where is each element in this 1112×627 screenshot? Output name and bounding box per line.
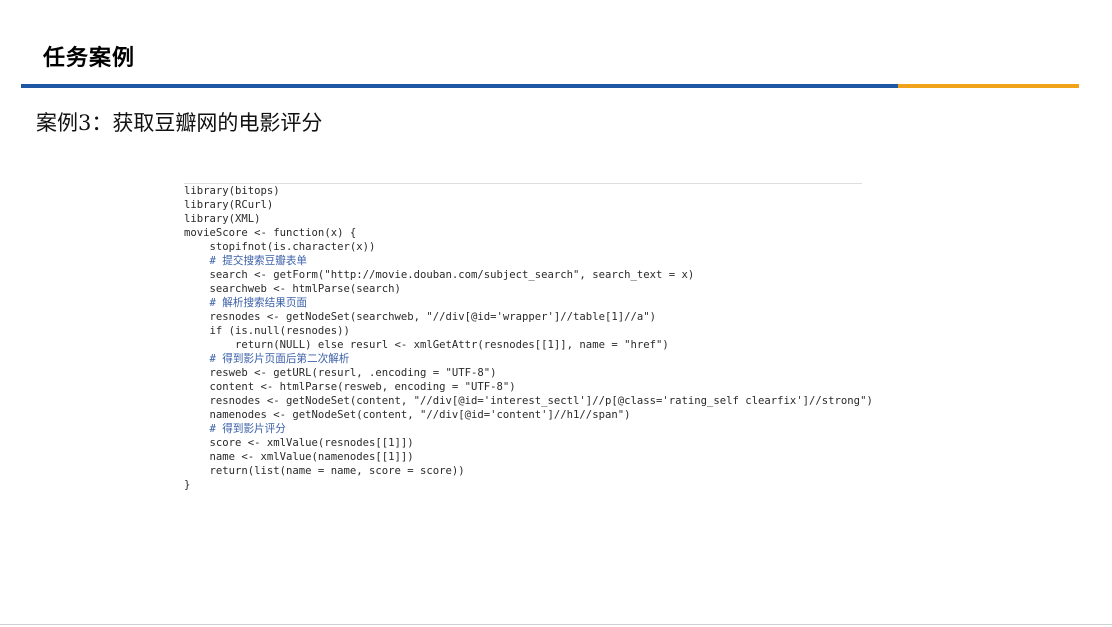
code-line: score <- xmlValue(resnodes[[1]]): [184, 437, 414, 449]
code-line: searchweb <- htmlParse(search): [184, 283, 401, 295]
header-rule-blue: [21, 84, 898, 88]
code-line: library(bitops): [184, 185, 280, 197]
code-line: search <- getForm("http://movie.douban.c…: [184, 269, 695, 281]
code-line: library(RCurl): [184, 199, 274, 211]
code-screenshot: library(bitops) library(RCurl) library(XML…: [184, 183, 873, 504]
code-line: }: [184, 479, 191, 491]
case-subtitle: 案例3：获取豆瓣网的电影评分: [36, 111, 323, 135]
code-line: namenodes <- getNodeSet(content, "//div[…: [184, 409, 631, 421]
code-comment: # 得到影片页面后第二次解析: [184, 353, 350, 365]
code-line: library(XML): [184, 213, 261, 225]
code-line: resnodes <- getNodeSet(content, "//div[@…: [184, 395, 873, 407]
code-line: resnodes <- getNodeSet(searchweb, "//div…: [184, 311, 656, 323]
code-block: library(bitops) library(RCurl) library(XML…: [184, 184, 873, 492]
page-bottom-divider: [0, 624, 1112, 625]
code-comment: # 得到影片评分: [184, 423, 286, 435]
code-line: movieScore <- function(x) {: [184, 227, 357, 239]
code-comment: # 解析搜索结果页面: [184, 297, 308, 309]
code-comment: # 提交搜索豆瓣表单: [184, 255, 308, 267]
header-rule-orange: [898, 84, 1079, 88]
code-line: return(list(name = name, score = score)): [184, 465, 465, 477]
code-line: stopifnot(is.character(x)): [184, 241, 376, 253]
code-line: if (is.null(resnodes)): [184, 325, 350, 337]
code-line: name <- xmlValue(namenodes[[1]]): [184, 451, 414, 463]
page-title: 任务案例: [43, 46, 136, 71]
code-line: return(NULL) else resurl <- xmlGetAttr(r…: [184, 339, 669, 351]
code-line: content <- htmlParse(resweb, encoding = …: [184, 381, 516, 393]
code-line: resweb <- getURL(resurl, .encoding = "UT…: [184, 367, 497, 379]
